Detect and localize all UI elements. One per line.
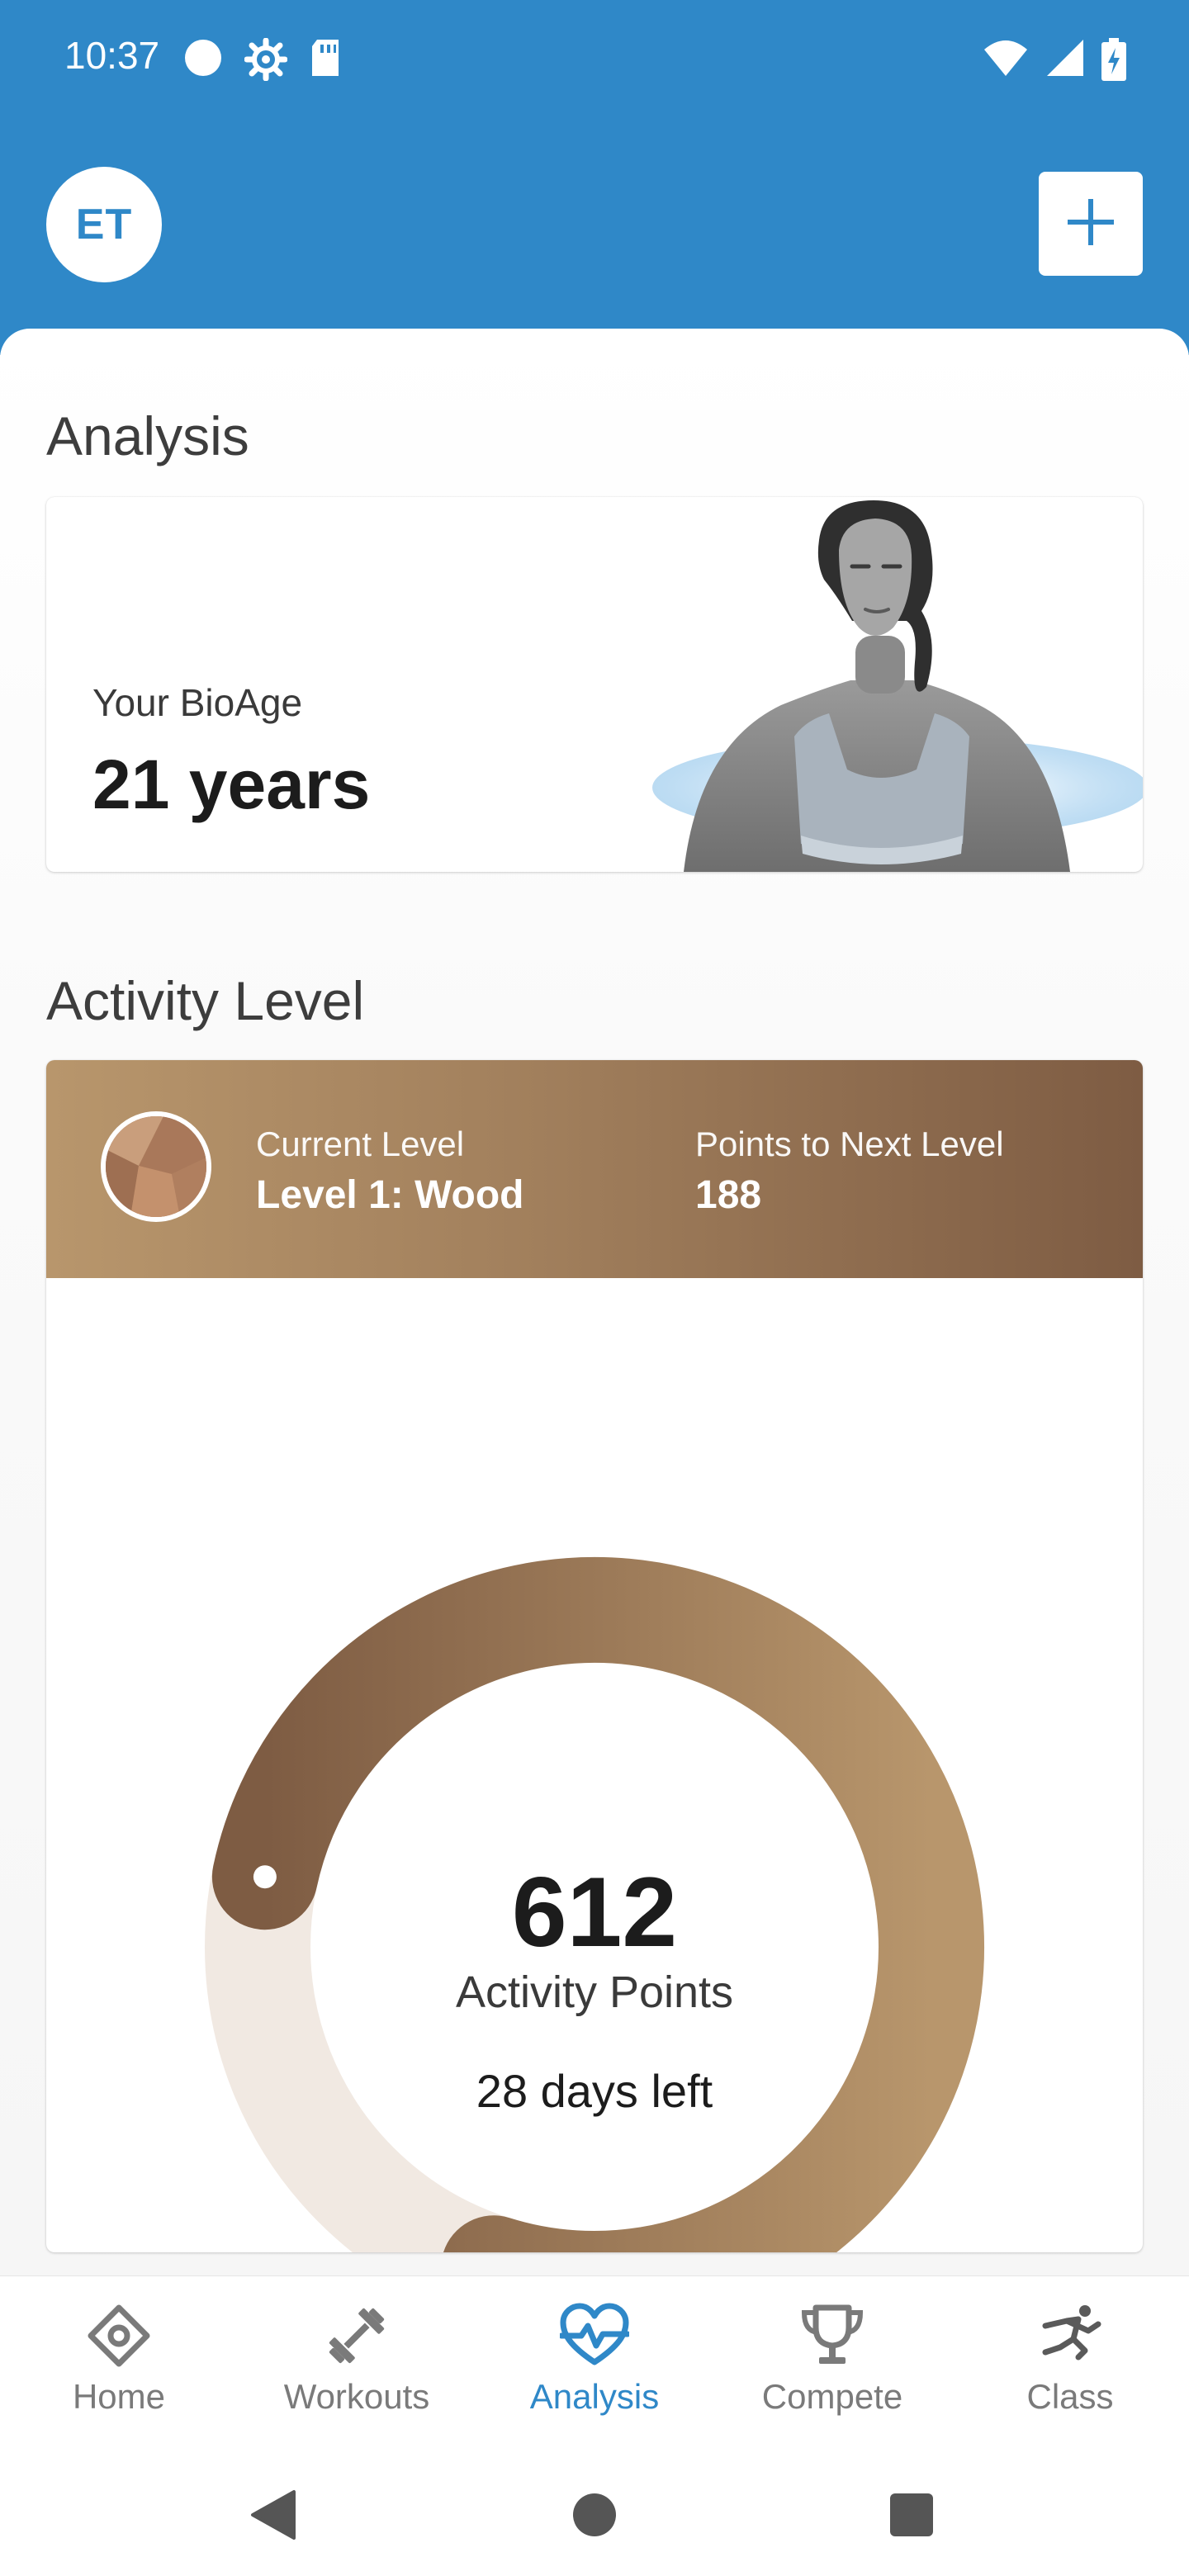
nav-item-class[interactable]: Class xyxy=(951,2276,1189,2450)
circle-icon xyxy=(183,38,223,81)
nav-item-compete[interactable]: Compete xyxy=(713,2276,951,2450)
home-diamond-icon xyxy=(88,2303,150,2369)
activity-points-value: 612 xyxy=(511,1857,678,1968)
bioage-figure-image xyxy=(608,497,1143,872)
status-icons-left xyxy=(183,38,342,81)
plus-icon xyxy=(1064,196,1117,253)
next-level-value: 188 xyxy=(695,1173,762,1217)
nav-label-workouts: Workouts xyxy=(283,2377,430,2416)
nav-item-analysis[interactable]: Analysis xyxy=(476,2276,713,2450)
battery-charging-icon xyxy=(1101,38,1126,81)
nav-label-home: Home xyxy=(72,2377,166,2416)
bioage-card[interactable]: Your BioAge 21 years xyxy=(46,497,1143,872)
current-level-label: Current Level xyxy=(256,1125,465,1163)
home-circle-icon[interactable] xyxy=(561,2482,628,2548)
level-banner: Current Level Level 1: Wood Points to Ne… xyxy=(46,1060,1143,1278)
analysis-section-title: Analysis xyxy=(46,405,249,466)
nav-item-home[interactable]: Home xyxy=(0,2276,238,2450)
system-navigation-bar xyxy=(0,2449,1189,2576)
current-level-value: Level 1: Wood xyxy=(256,1173,524,1217)
settings-icon xyxy=(244,38,287,81)
status-time: 10:37 xyxy=(64,34,160,77)
nav-label-class: Class xyxy=(1026,2377,1114,2416)
sd-card-icon xyxy=(309,38,342,81)
activity-level-card[interactable]: Current Level Level 1: Wood Points to Ne… xyxy=(46,1060,1143,2252)
add-button[interactable] xyxy=(1039,172,1143,276)
running-person-icon xyxy=(1037,2303,1103,2369)
activity-section-title: Activity Level xyxy=(46,970,365,1031)
signal-icon xyxy=(1045,38,1085,81)
dumbbell-icon xyxy=(324,2303,390,2369)
back-icon[interactable] xyxy=(241,2482,307,2548)
recents-icon[interactable] xyxy=(879,2482,945,2548)
bioage-label: Your BioAge xyxy=(92,681,303,724)
activity-points-caption: Activity Points xyxy=(455,1968,734,2017)
app-header: 10:37 ET xyxy=(0,0,1189,355)
wood-badge-icon xyxy=(101,1111,211,1222)
status-icons-right xyxy=(983,38,1126,81)
days-left-text: 28 days left xyxy=(476,2065,713,2117)
bioage-value: 21 years xyxy=(92,746,371,823)
nav-label-analysis: Analysis xyxy=(529,2377,660,2416)
nav-item-workouts[interactable]: Workouts xyxy=(238,2276,476,2450)
avatar[interactable]: ET xyxy=(46,167,162,282)
bottom-navigation: Home Workouts Analysis Compete Class xyxy=(0,2275,1189,2450)
heart-pulse-icon xyxy=(560,2303,629,2369)
trophy-icon xyxy=(799,2303,865,2369)
next-level-label: Points to Next Level xyxy=(695,1125,1004,1163)
activity-progress-ring: 612 Activity Points 28 days left xyxy=(46,1278,1143,2252)
wifi-icon xyxy=(983,38,1029,81)
avatar-initials: ET xyxy=(75,201,133,249)
nav-label-compete: Compete xyxy=(761,2377,903,2416)
status-bar: 10:37 xyxy=(0,0,1189,124)
